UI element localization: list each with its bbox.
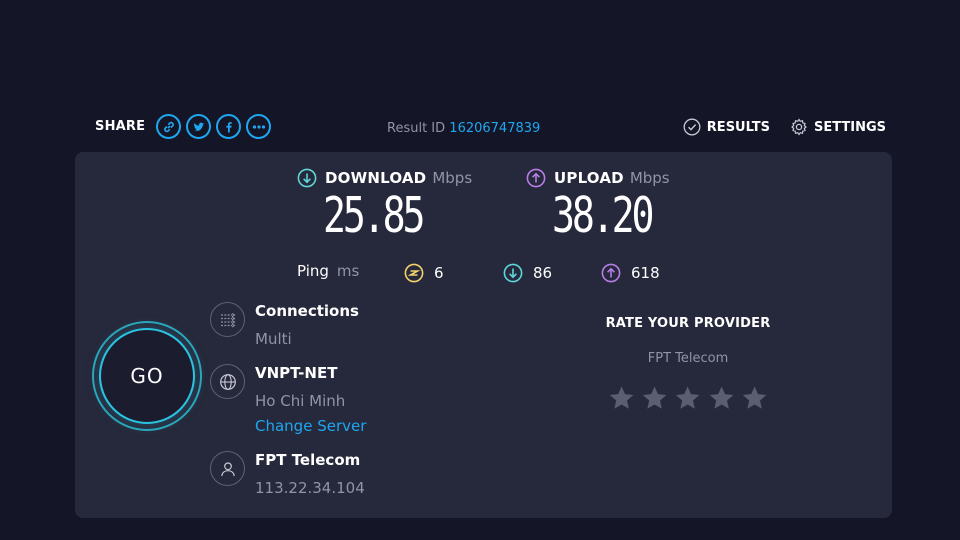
star-icon[interactable] [608,384,635,412]
share-facebook-button[interactable] [216,114,242,139]
check-circle-icon [683,118,701,136]
isp-ip: 113.22.34.104 [255,479,365,497]
twitter-icon [193,122,205,131]
ping-label: Ping [297,262,329,280]
isp-row: FPT Telecom 113.22.34.104 [210,451,365,498]
results-label: RESULTS [706,119,770,135]
go-button[interactable]: GO [99,328,195,424]
globe-icon [219,373,236,390]
share-more-button[interactable] [246,114,272,139]
download-title: DOWNLOAD [325,169,427,187]
upload-ping-icon [601,263,621,283]
top-bar: SHARE Result ID 16206747839 RESULTS SETT… [0,112,960,144]
user-icon [220,461,235,476]
connections-icon-wrap [210,302,245,337]
upload-unit: Mbps [629,169,670,187]
settings-button[interactable]: SETTINGS [790,118,886,136]
download-value: 25.85 [323,187,426,244]
change-server-link[interactable]: Change Server [255,416,366,436]
connections-title: Connections [255,302,359,320]
server-name: VNPT-NET [255,364,338,382]
rating-stars [605,384,771,412]
share-label: SHARE [95,119,146,134]
result-id-link[interactable]: 16206747839 [449,121,540,136]
upload-title: UPLOAD [554,169,624,187]
star-icon[interactable] [641,384,668,412]
upload-value: 38.20 [552,187,655,244]
ping-download-value: 86 [533,264,553,282]
server-row: VNPT-NET Ho Chi Minh Change Server [210,364,366,436]
download-metric: DOWNLOAD Mbps 25.85 [297,168,472,244]
rate-title: RATE YOUR PROVIDER [605,316,771,331]
user-icon-wrap [210,451,245,486]
ping-idle: 6 [404,263,444,283]
star-icon[interactable] [708,384,735,412]
ping-download: 86 [503,263,552,283]
link-icon [163,121,174,132]
ping-upload: 618 [601,263,660,283]
idle-ping-icon [404,263,424,283]
ping-unit: ms [336,262,360,280]
download-arrow-icon [297,168,317,188]
download-ping-icon [503,263,523,283]
upload-arrow-icon [526,168,546,188]
result-id: Result ID 16206747839 [387,121,540,136]
ping-upload-value: 618 [631,264,660,282]
rate-provider-name: FPT Telecom [647,351,729,366]
connections-row: Connections Multi [210,302,359,349]
facebook-icon [226,121,232,132]
server-location: Ho Chi Minh [255,392,346,410]
results-button[interactable]: RESULTS [683,118,770,136]
globe-icon-wrap [210,364,245,399]
result-id-label: Result ID [387,121,446,136]
connections-mode[interactable]: Multi [255,329,359,349]
rate-provider: RATE YOUR PROVIDER FPT Telecom [605,316,771,412]
share-bar: SHARE [95,114,272,139]
star-icon[interactable] [741,384,768,412]
star-icon[interactable] [674,384,701,412]
share-twitter-button[interactable] [186,114,212,139]
settings-label: SETTINGS [813,119,886,135]
go-label: GO [130,364,164,388]
connections-icon [220,312,236,327]
upload-metric: UPLOAD Mbps 38.20 [526,168,680,244]
isp-name: FPT Telecom [255,451,361,469]
share-link-button[interactable] [156,114,182,139]
more-icon [252,124,265,129]
download-unit: Mbps [432,169,473,187]
gear-icon [791,118,807,136]
ping-idle-value: 6 [434,264,444,282]
ping-row: Ping ms [297,262,359,280]
speedtest-panel: DOWNLOAD Mbps 25.85 UPLOAD Mbps 38.20 Pi… [75,152,892,518]
header-nav: RESULTS SETTINGS [663,118,886,136]
